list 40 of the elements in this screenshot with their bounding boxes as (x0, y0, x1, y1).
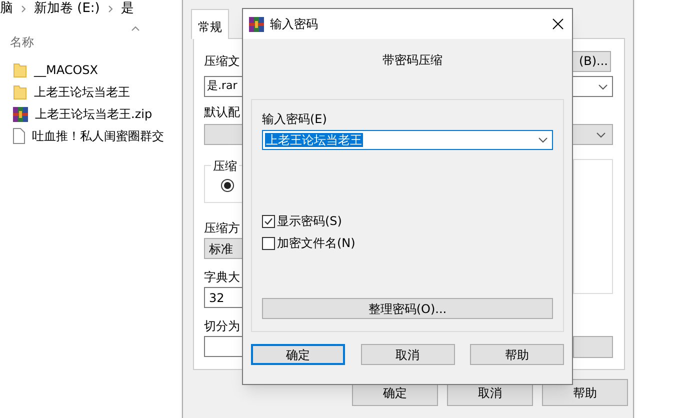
chevron-right-icon (108, 5, 113, 13)
dialog-button[interactable]: 帮助 (542, 379, 628, 406)
document-icon (13, 128, 25, 144)
field-label: 字典大 (204, 269, 240, 286)
field-label: 压缩方 (204, 220, 240, 237)
checkbox-label: 显示密码(S) (277, 213, 342, 230)
breadcrumb-item[interactable]: 新加卷 (E:) (34, 0, 100, 19)
checkbox-label: 加密文件名(N) (277, 235, 356, 252)
chevron-down-icon (538, 137, 548, 143)
field-label: 输入密码(E) (262, 111, 327, 128)
organize-passwords-button[interactable]: 整理密码(O)... (262, 298, 553, 319)
dialog-button[interactable]: 确定 (251, 344, 345, 365)
checkbox[interactable] (262, 236, 275, 250)
field-label: 切分为 (204, 318, 240, 335)
breadcrumb-item[interactable]: 脑 (0, 0, 13, 19)
column-header[interactable]: 名称 (10, 33, 34, 51)
chevron-right-icon (21, 5, 26, 13)
folder-icon (13, 62, 27, 78)
dialog-heading: 带密码压缩 (382, 52, 442, 69)
file-item[interactable]: 吐血推！私人闺蜜圈群交 (0, 127, 164, 145)
dialog-button[interactable]: 帮助 (470, 344, 564, 365)
close-icon[interactable] (552, 18, 564, 30)
window-title: 输入密码 (270, 16, 318, 33)
file-item[interactable]: 上老王论坛当老王 (0, 83, 130, 101)
sort-ascending-icon (131, 26, 140, 31)
dialog-button[interactable]: 取消 (360, 344, 454, 365)
checkbox[interactable] (262, 214, 275, 228)
tab[interactable]: 常规 (191, 9, 229, 39)
file-item[interactable]: 上老王论坛当老王.zip (0, 105, 152, 123)
folder-icon (13, 84, 27, 100)
breadcrumb-item[interactable]: 是 (120, 0, 134, 19)
radio-button[interactable] (221, 179, 234, 192)
password-field[interactable]: 上老王论坛当老王 (262, 130, 553, 150)
archive-icon (13, 106, 28, 122)
file-item[interactable]: __MACOSX (0, 61, 98, 79)
field-label: 压缩文 (204, 53, 240, 70)
chevron-down-icon (596, 132, 606, 138)
archive-icon (249, 16, 264, 32)
chevron-down-icon (598, 84, 608, 90)
field-label: 默认配 (204, 104, 240, 121)
